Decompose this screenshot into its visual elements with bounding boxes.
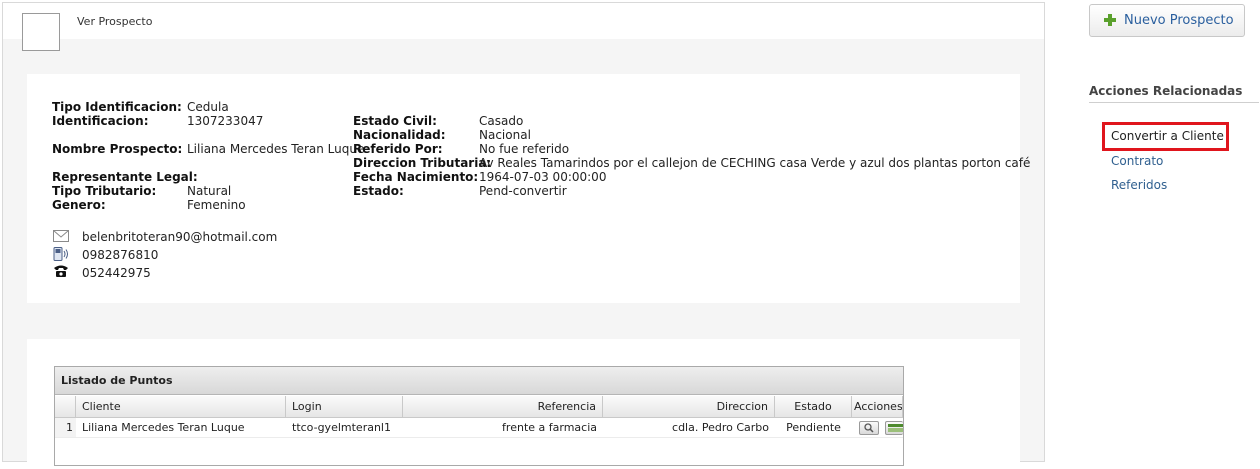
column-header-rownum (55, 396, 76, 418)
new-prospect-button[interactable]: Nuevo Prospecto (1089, 4, 1245, 37)
view-point-button[interactable] (859, 421, 879, 435)
page-title: Ver Prospecto (77, 15, 153, 28)
mobile-phone-icon (53, 247, 68, 261)
related-actions-divider (1089, 102, 1259, 103)
cell-estado: Pendiente (775, 418, 852, 438)
envelope-icon (53, 230, 69, 242)
value-tipo-tributario: Natural (187, 184, 232, 198)
column-header-login[interactable]: Login (286, 396, 403, 418)
label-tipo-tributario: Tipo Tributario: (52, 184, 157, 198)
contact-phone: 052442975 (82, 266, 151, 280)
column-header-estado[interactable]: Estado (775, 396, 852, 418)
label-estado: Estado: (353, 184, 404, 198)
label-identificacion: Identificacion: (52, 114, 149, 128)
contract-link[interactable]: Contrato (1111, 154, 1163, 168)
cell-referencia: frente a farmacia (403, 418, 603, 438)
label-estado-civil: Estado Civil: (353, 114, 437, 128)
prospect-info-card: Tipo Identificacion: Cedula Identificaci… (27, 74, 1030, 303)
label-nombre-prospecto: Nombre Prospecto: (52, 142, 183, 156)
prospect-image-placeholder (22, 13, 60, 51)
label-representante-legal: Representante Legal: (52, 170, 198, 184)
cell-acciones (852, 418, 903, 438)
grid-icon (888, 424, 903, 432)
column-header-cliente[interactable]: Cliente (76, 396, 286, 418)
points-card: Listado de Puntos Cliente Login Referenc… (27, 339, 1020, 469)
cell-login: ttco-gyelmteranl1 (286, 418, 403, 438)
column-header-acciones[interactable]: Acciones (852, 396, 903, 418)
cell-cliente: Liliana Mercedes Teran Luque (76, 418, 286, 438)
magnifier-icon (864, 423, 874, 433)
value-genero: Femenino (187, 198, 246, 212)
label-fecha-nacimiento: Fecha Nacimiento: (353, 170, 479, 184)
grid-action-button[interactable] (885, 421, 903, 435)
column-header-referencia[interactable]: Referencia (403, 396, 603, 418)
main-panel: Ver Prospecto Tipo Identificacion: Cedul… (2, 2, 1045, 469)
value-nombre-prospecto: Liliana Mercedes Teran Luque (187, 142, 365, 156)
cell-direccion: cdla. Pedro Carbo (603, 418, 775, 438)
label-direccion-tributaria: Direccion Tributaria: (353, 156, 492, 170)
contact-email: belenbritoteran90@hotmail.com (82, 230, 278, 244)
points-grid: Listado de Puntos Cliente Login Referenc… (54, 366, 904, 466)
value-estado: Pend-convertir (479, 184, 567, 198)
page-header: Ver Prospecto (3, 3, 1044, 51)
label-genero: Genero: (52, 198, 106, 212)
contact-mobile: 0982876810 (82, 248, 159, 262)
convert-to-client-link[interactable]: Convertir a Cliente (1111, 129, 1224, 143)
referrals-link[interactable]: Referidos (1111, 178, 1167, 192)
value-tipo-identificacion: Cedula (187, 100, 229, 114)
value-estado-civil: Casado (479, 114, 524, 128)
value-identificacion: 1307233047 (187, 114, 264, 128)
telephone-icon (54, 265, 68, 277)
grid-title: Listado de Puntos (55, 367, 903, 395)
value-direccion-tributaria: Av Reales Tamarindos por el callejon de … (479, 156, 1031, 170)
value-referido-por: No fue referido (479, 142, 570, 156)
column-header-direccion[interactable]: Direccion (603, 396, 775, 418)
label-nacionalidad: Nacionalidad: (353, 128, 446, 142)
label-referido-por: Referido Por: (353, 142, 443, 156)
new-prospect-label: Nuevo Prospecto (1124, 13, 1234, 28)
label-tipo-identificacion: Tipo Identificacion: (52, 100, 182, 114)
related-actions-title: Acciones Relacionadas (1089, 84, 1243, 98)
row-number: 1 (55, 418, 76, 438)
value-nacionalidad: Nacional (479, 128, 531, 142)
value-fecha-nacimiento: 1964-07-03 00:00:00 (479, 170, 607, 184)
plus-icon (1104, 14, 1116, 26)
